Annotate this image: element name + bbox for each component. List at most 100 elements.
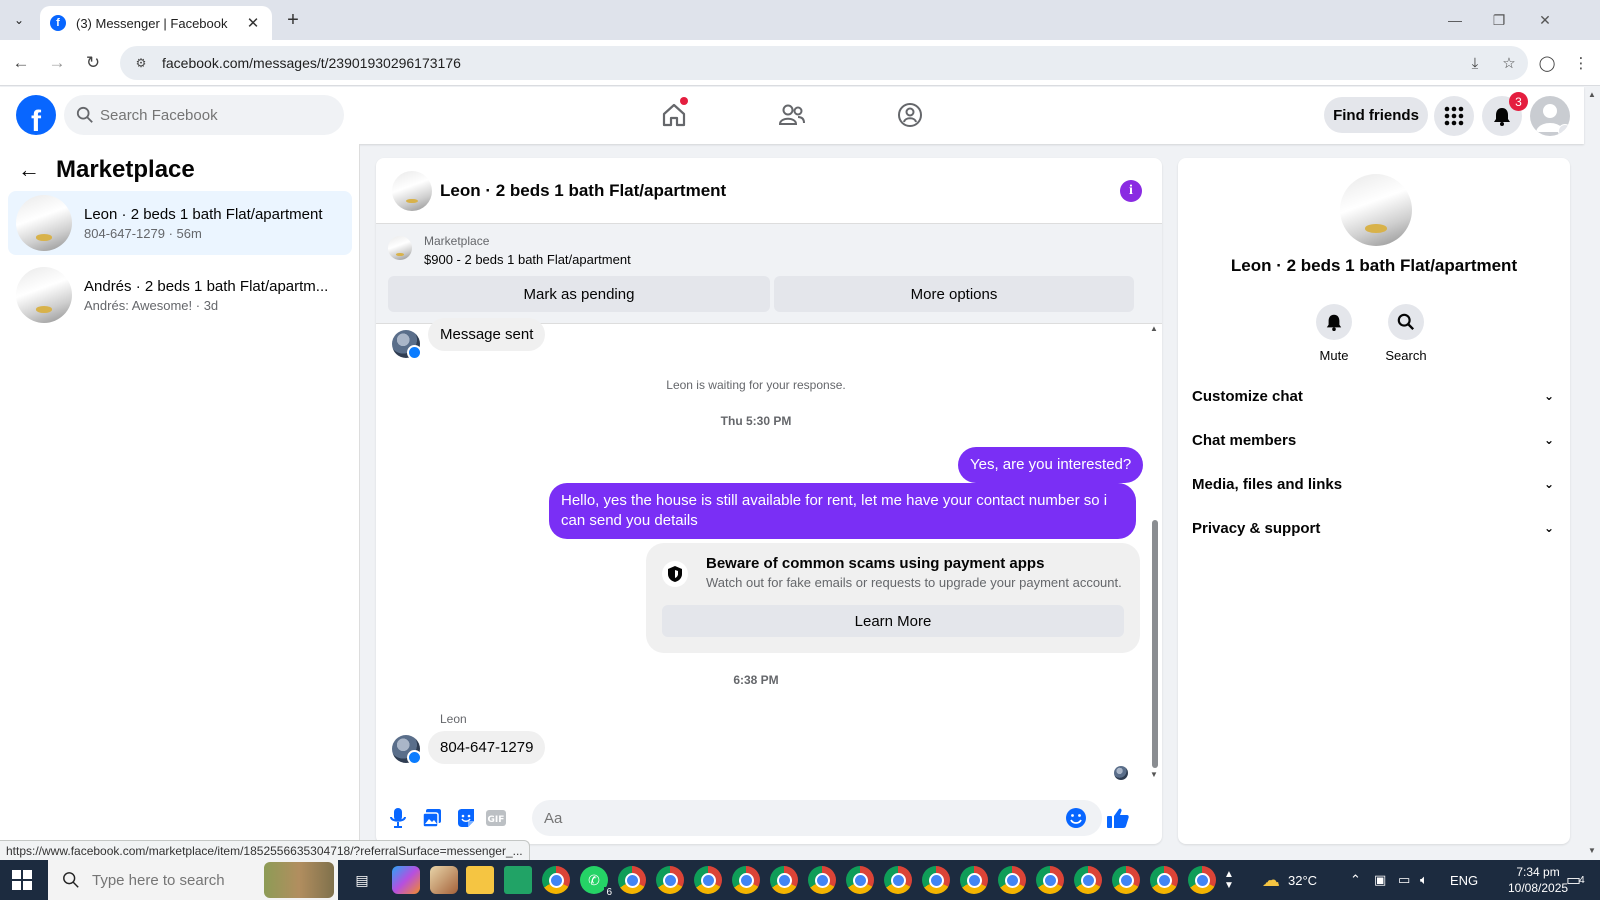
paint-icon[interactable] [430,866,458,894]
conversation-item-leon[interactable]: Leon · 2 beds 1 bath Flat/apartment 804-… [8,191,352,255]
contact-avatar[interactable] [392,735,422,765]
facebook-search-input[interactable] [100,106,320,124]
weather-icon: ☁ [1262,869,1280,890]
contact-avatar[interactable] [392,330,422,360]
chrome-profile-icon[interactable] [846,866,874,894]
outgoing-message[interactable]: Yes, are you interested? [958,447,1144,483]
weather-widget[interactable]: ☁ 32°C [1262,860,1317,900]
bookmark-star-icon[interactable]: ☆ [1494,51,1524,75]
listing-thumbnail-large[interactable] [1340,174,1412,246]
chrome-profile-icon[interactable] [998,866,1026,894]
chat-scrollbar[interactable]: ▲ ▼ [1150,320,1160,780]
facebook-search[interactable] [64,95,344,135]
page-scroll-down-arrow[interactable]: ▼ [1588,846,1596,855]
customize-chat-section[interactable]: Customize chat ⌄ [1192,376,1554,416]
gif-icon[interactable]: GIF [484,806,508,830]
chrome-profile-icon[interactable] [884,866,912,894]
mark-as-pending-button[interactable]: Mark as pending [388,276,770,312]
chrome-profile-icon[interactable] [618,866,646,894]
notifications-button[interactable]: 3 [1482,92,1528,136]
chrome-icon[interactable] [542,866,570,894]
microphone-icon[interactable] [386,806,410,830]
chrome-profile-icon[interactable] [1112,866,1140,894]
chrome-profile-icon[interactable] [770,866,798,894]
message-input[interactable] [544,809,1044,827]
facebook-logo-icon[interactable]: f [16,95,56,135]
tab-search-menu-button[interactable]: ⌄ [6,8,32,32]
scrollbar-thumb[interactable] [1152,520,1158,768]
task-view-icon[interactable]: ▤ [348,866,376,894]
windows-start-icon[interactable] [12,870,32,890]
chrome-profile-icon[interactable] [1074,866,1102,894]
learn-more-button[interactable]: Learn More [662,605,1124,637]
url-text[interactable]: facebook.com/messages/t/2390193029617317… [162,55,1460,71]
chat-title[interactable]: Leon · 2 beds 1 bath Flat/apartment [440,181,726,201]
taskbar-search-input[interactable] [92,871,252,889]
reload-button[interactable]: ↻ [80,51,106,75]
restore-button[interactable]: ❐ [1484,8,1514,32]
minimize-button[interactable]: — [1440,8,1470,32]
emoji-icon[interactable] [1064,806,1088,830]
chat-members-section[interactable]: Chat members ⌄ [1192,420,1554,460]
account-avatar[interactable]: ⌄ [1530,96,1570,136]
tab-close-icon[interactable]: ✕ [244,14,262,32]
forward-button[interactable]: → [44,51,70,75]
listing-thumbnail[interactable] [392,170,432,211]
mute-button[interactable]: Mute [1304,304,1364,363]
search-in-chat-button[interactable]: Search [1376,304,1436,363]
language-indicator[interactable]: ENG [1450,860,1478,900]
sticker-icon[interactable] [454,806,478,830]
meet-icon[interactable]: ▣ [1374,860,1386,900]
omnibox[interactable]: ⚙ facebook.com/messages/t/23901930296173… [120,46,1528,80]
browser-tab-active[interactable]: f (3) Messenger | Facebook ✕ [40,6,272,40]
friends-nav-button[interactable] [762,95,822,135]
listing-price[interactable]: $900 - 2 beds 1 bath Flat/apartment [424,252,631,267]
chrome-profile-icon[interactable] [656,866,684,894]
chrome-profile-icon[interactable] [1150,866,1178,894]
install-app-icon[interactable]: ⤓ [1460,51,1490,75]
chrome-profile-icon[interactable] [960,866,988,894]
back-arrow-icon[interactable]: ← [18,157,40,183]
page-scroll-up-arrow[interactable]: ▲ [1588,90,1596,99]
scroll-down-arrow[interactable]: ▼ [1150,770,1158,779]
taskbar-search[interactable] [48,860,338,900]
notification-center-icon[interactable]: ▭ 4 [1566,860,1585,900]
scroll-up-arrow[interactable]: ▲ [1150,324,1158,333]
incoming-message[interactable]: 804-647-1279 [428,731,546,764]
message-input-field[interactable] [532,800,1102,836]
new-tab-button[interactable]: + [280,8,306,32]
info-icon[interactable]: i [1120,180,1142,202]
back-button[interactable]: ← [8,51,34,75]
network-icon[interactable]: ▭ [1398,860,1410,900]
thumbs-up-icon[interactable] [1106,806,1130,830]
chrome-profile-icon[interactable] [808,866,836,894]
privacy-support-section[interactable]: Privacy & support ⌄ [1192,508,1554,548]
home-nav-button[interactable] [644,95,704,135]
taskbar-scroll-arrows[interactable]: ▲ ▼ [1224,860,1234,900]
find-friends-button[interactable]: Find friends [1324,97,1428,133]
conversation-item-andres[interactable]: Andrés · 2 beds 1 bath Flat/apartm... An… [8,263,352,327]
copilot-icon[interactable] [392,866,420,894]
volume-icon[interactable]: 🔈︎ [1420,860,1428,900]
spreadsheet-app-icon[interactable] [504,866,532,894]
more-options-button[interactable]: More options [774,276,1134,312]
listing-thumbnail[interactable] [388,236,412,260]
whatsapp-icon[interactable]: ✆ 6 [580,866,614,898]
file-explorer-icon[interactable] [466,866,494,894]
clock[interactable]: 7:34 pm 10/08/2025 [1508,860,1568,900]
menu-grid-button[interactable] [1434,96,1474,136]
photo-icon[interactable] [420,806,444,830]
profile-icon[interactable]: ◯ [1534,51,1560,75]
browser-menu-icon[interactable]: ⋮ [1568,51,1594,75]
chrome-profile-icon[interactable] [732,866,760,894]
outgoing-message[interactable]: Hello, yes the house is still available … [549,483,1136,539]
chrome-profile-icon[interactable] [1188,866,1216,894]
tray-overflow-icon[interactable]: ⌃ [1350,860,1361,900]
chrome-profile-icon[interactable] [694,866,722,894]
chrome-profile-icon[interactable] [1036,866,1064,894]
groups-nav-button[interactable] [880,95,940,135]
chrome-profile-icon[interactable] [922,866,950,894]
window-close-button[interactable]: ✕ [1530,8,1560,32]
media-files-links-section[interactable]: Media, files and links ⌄ [1192,464,1554,504]
site-settings-icon[interactable]: ⚙ [132,54,150,72]
